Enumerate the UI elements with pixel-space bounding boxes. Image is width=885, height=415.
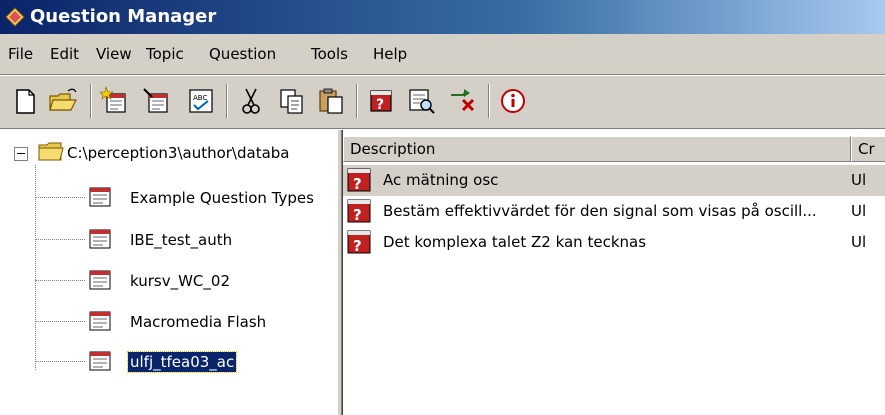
- list-row[interactable]: ? Ac mätning osc Ul: [343, 165, 885, 196]
- open-folder-icon[interactable]: [46, 83, 80, 119]
- toolbar-separator: [90, 84, 92, 118]
- database-icon: [89, 229, 111, 249]
- column-header-creator[interactable]: Cr: [851, 136, 885, 162]
- tree-item-label: kursv_WC_02: [130, 272, 230, 290]
- new-document-icon[interactable]: [8, 83, 42, 119]
- database-icon: [89, 187, 111, 207]
- tree-item[interactable]: Macromedia Flash: [0, 305, 337, 337]
- copy-icon[interactable]: [274, 83, 308, 119]
- database-icon: [89, 270, 111, 290]
- menu-bar: File Edit View Topic Question Tools Help: [0, 34, 885, 74]
- remove-icon[interactable]: [446, 83, 480, 119]
- tree-connector: [35, 197, 85, 198]
- column-header-description[interactable]: Description: [343, 136, 851, 162]
- svg-text:?: ?: [353, 237, 362, 254]
- menu-topic[interactable]: Topic: [146, 45, 184, 63]
- tree-root-label[interactable]: C:\perception3\author\databa: [67, 144, 289, 162]
- tree-connector: [35, 321, 85, 322]
- main-content: C:\perception3\author\databa Example Que…: [0, 130, 885, 415]
- row-description: Bestäm effektivvärdet för den signal som…: [383, 202, 817, 220]
- preview-icon[interactable]: [404, 83, 438, 119]
- menu-edit[interactable]: Edit: [50, 45, 79, 63]
- svg-text:?: ?: [353, 206, 362, 223]
- tree-item-label: ulfj_tfea03_ac: [126, 351, 238, 373]
- edit-topic-icon[interactable]: [140, 83, 174, 119]
- paste-icon[interactable]: [314, 83, 348, 119]
- question-list[interactable]: Description Cr ? Ac mätning osc Ul ? Bes…: [342, 130, 885, 415]
- menu-question[interactable]: Question: [209, 45, 276, 63]
- tree-connector: [35, 280, 85, 281]
- tree-item[interactable]: Example Question Types: [0, 181, 337, 213]
- cut-icon[interactable]: [234, 83, 268, 119]
- row-creator: Ul: [851, 202, 867, 220]
- tree-item[interactable]: kursv_WC_02: [0, 264, 337, 296]
- database-icon: [89, 351, 111, 371]
- info-icon[interactable]: [496, 83, 530, 119]
- tree-item-label: IBE_test_auth: [130, 231, 233, 249]
- svg-text:?: ?: [376, 97, 384, 113]
- topic-tree[interactable]: C:\perception3\author\databa Example Que…: [0, 130, 337, 415]
- question-icon[interactable]: ?: [364, 83, 398, 119]
- new-topic-icon[interactable]: [98, 83, 132, 119]
- svg-text:ABC: ABC: [193, 94, 207, 102]
- window-title: Question Manager: [30, 6, 217, 27]
- svg-text:?: ?: [353, 175, 362, 192]
- row-description: Det komplexa talet Z2 kan tecknas: [383, 233, 647, 251]
- toolbar-separator: [488, 84, 490, 118]
- row-creator: Ul: [851, 171, 867, 189]
- title-bar: Question Manager: [0, 0, 885, 34]
- spell-check-icon[interactable]: ABC: [184, 83, 218, 119]
- tree-connector: [35, 361, 85, 362]
- database-icon: [89, 311, 111, 331]
- toolbar-separator: [356, 84, 358, 118]
- tree-item-label: Macromedia Flash: [130, 313, 267, 331]
- menu-help[interactable]: Help: [373, 45, 407, 63]
- question-icon: ?: [347, 230, 371, 254]
- tree-item-label: Example Question Types: [130, 189, 314, 207]
- toolbar: ABC ?: [0, 76, 885, 128]
- tree-connector: [35, 239, 85, 240]
- row-description: Ac mätning osc: [383, 171, 499, 189]
- tree-item[interactable]: IBE_test_auth: [0, 223, 337, 255]
- app-icon: [5, 7, 25, 27]
- question-icon: ?: [347, 199, 371, 223]
- list-row[interactable]: ? Bestäm effektivvärdet för den signal s…: [343, 196, 885, 227]
- menu-tools[interactable]: Tools: [311, 45, 348, 63]
- list-row[interactable]: ? Det komplexa talet Z2 kan tecknas Ul: [343, 227, 885, 258]
- row-creator: Ul: [851, 233, 867, 251]
- collapse-toggle[interactable]: [14, 147, 28, 161]
- question-icon: ?: [347, 168, 371, 192]
- toolbar-separator: [226, 84, 228, 118]
- folder-icon: [38, 142, 64, 161]
- tree-item-selected[interactable]: ulfj_tfea03_ac: [0, 345, 337, 377]
- menu-view[interactable]: View: [96, 45, 132, 63]
- menu-file[interactable]: File: [8, 45, 33, 63]
